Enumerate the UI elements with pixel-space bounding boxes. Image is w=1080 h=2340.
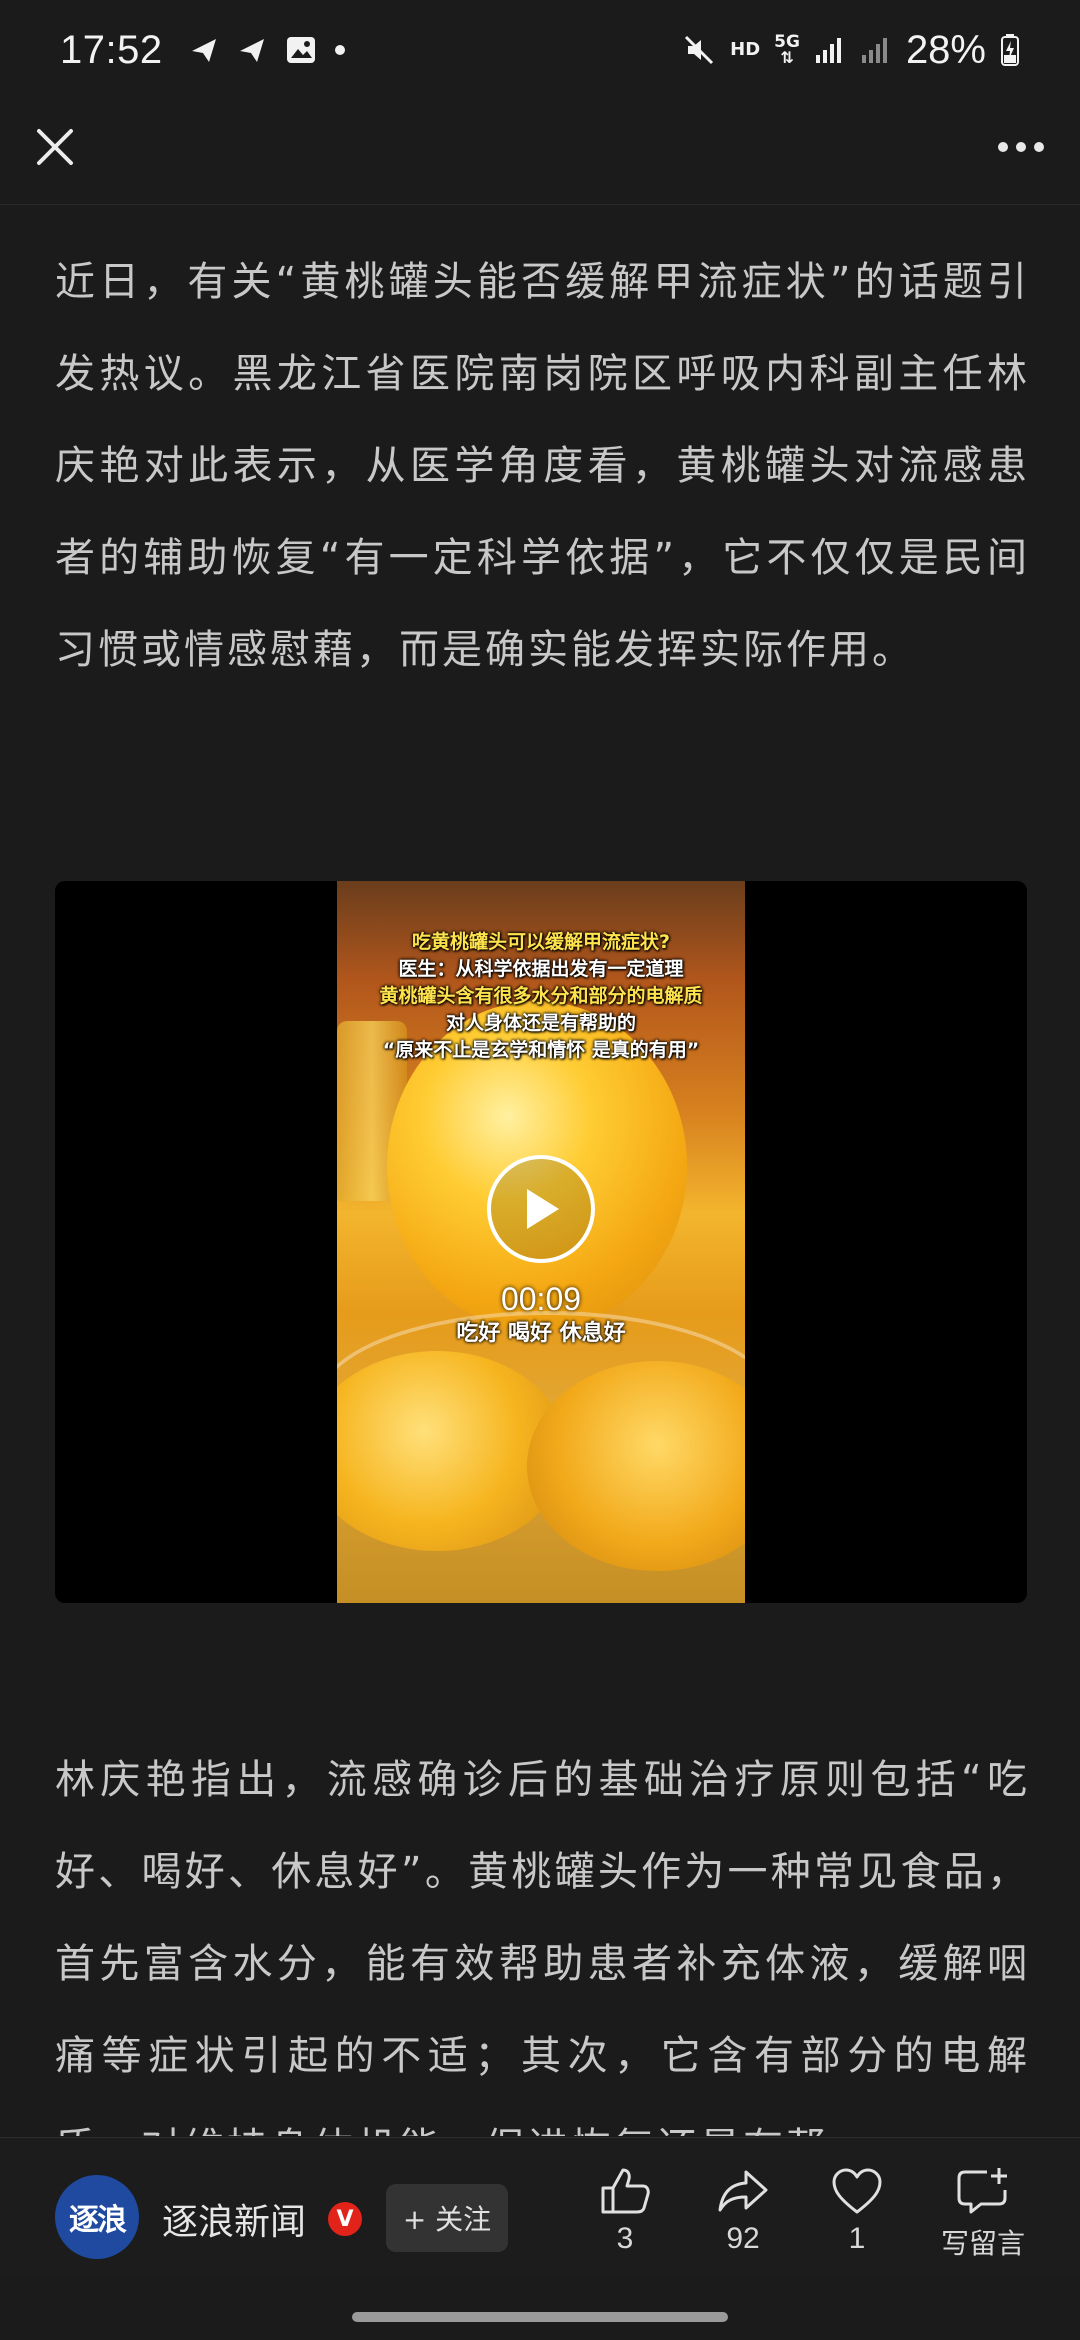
status-time: 17:52 <box>60 27 163 72</box>
play-icon <box>527 1189 559 1229</box>
network-5g-icon: 5G ⇅ <box>774 32 800 67</box>
signal-icon <box>815 38 841 63</box>
mute-icon <box>685 35 714 65</box>
article-body: 近日，有关“黄桃罐头能否缓解甲流症状”的话题引发热议。黑龙江省医院南岗院区呼吸内… <box>0 206 1080 2136</box>
heart-icon <box>832 2168 882 2214</box>
video-caption: 吃黄桃罐头可以缓解甲流症状? <box>411 931 671 953</box>
more-button[interactable] <box>986 122 1056 172</box>
favorite-count: 1 <box>848 2222 866 2255</box>
more-icon-dot <box>998 142 1008 152</box>
top-bar <box>0 100 1080 205</box>
follow-button[interactable]: + 关注 <box>386 2184 508 2252</box>
source-avatar[interactable]: 逐浪 <box>55 2175 139 2259</box>
status-bar: 17:52 HD 5G ⇅ 28% <box>0 0 1080 100</box>
share-icon <box>718 2170 768 2212</box>
system-icons: HD 5G ⇅ 28% <box>682 28 1020 73</box>
video-player[interactable]: 吃黄桃罐头可以缓解甲流症状? 医生：从科学依据出发有一定道理 黄桃罐头含有很多水… <box>55 881 1027 1603</box>
write-comment-label: 写留言 <box>940 2228 1025 2259</box>
dot-icon <box>334 45 345 55</box>
send-icon <box>191 39 216 62</box>
battery-percent: 28% <box>905 27 986 72</box>
video-subtitle: 吃好 喝好 休息好 <box>456 1321 626 1346</box>
bottom-action-bar: 逐浪 逐浪新闻 V + 关注 3 92 1 写留言 <box>0 2137 1080 2277</box>
video-caption: 医生：从科学依据出发有一定道理 <box>398 958 684 980</box>
video-captions: 吃黄桃罐头可以缓解甲流症状? 医生：从科学依据出发有一定道理 黄桃罐头含有很多水… <box>337 929 745 1064</box>
more-icon-dot <box>1016 142 1026 152</box>
video-caption: 黄桃罐头含有很多水分和部分的电解质 <box>379 985 703 1007</box>
like-button[interactable]: 3 <box>570 2166 680 2256</box>
article-paragraph: 近日，有关“黄桃罐头能否缓解甲流症状”的话题引发热议。黑龙江省医院南岗院区呼吸内… <box>55 259 1030 673</box>
close-icon <box>37 129 73 165</box>
comment-icon <box>957 2168 1007 2214</box>
hd-label: HD <box>730 39 761 60</box>
favorite-button[interactable]: 1 <box>802 2166 912 2256</box>
thumbs-up-icon <box>601 2168 650 2214</box>
play-button[interactable] <box>487 1155 595 1263</box>
battery-icon <box>1001 34 1019 66</box>
video-thumbnail[interactable]: 吃黄桃罐头可以缓解甲流症状? 医生：从科学依据出发有一定道理 黄桃罐头含有很多水… <box>337 881 745 1603</box>
close-button[interactable] <box>30 122 80 172</box>
verified-badge: V <box>328 2202 362 2236</box>
send-icon-2 <box>239 39 264 62</box>
source-name[interactable]: 逐浪新闻 <box>162 2193 306 2245</box>
notification-icons <box>189 35 345 65</box>
like-count: 3 <box>616 2222 634 2255</box>
share-button[interactable]: 92 <box>688 2166 798 2256</box>
write-comment-button[interactable]: 写留言 <box>918 2166 1048 2262</box>
more-icon-dot <box>1034 142 1044 152</box>
gallery-icon <box>286 37 315 63</box>
home-indicator[interactable] <box>352 2312 728 2322</box>
signal-icon-2 <box>861 38 887 63</box>
video-duration: 00:09 <box>500 1281 582 1317</box>
share-count: 92 <box>726 2222 760 2255</box>
article-paragraph: 林庆艳指出，流感确诊后的基础治疗原则包括“吃好、喝好、休息好”。黄桃罐头作为一种… <box>55 1757 1030 2136</box>
video-caption: 对人身体还是有帮助的 <box>445 1012 636 1034</box>
video-caption: “原来不止是玄学和情怀 是真的有用” <box>382 1039 700 1061</box>
